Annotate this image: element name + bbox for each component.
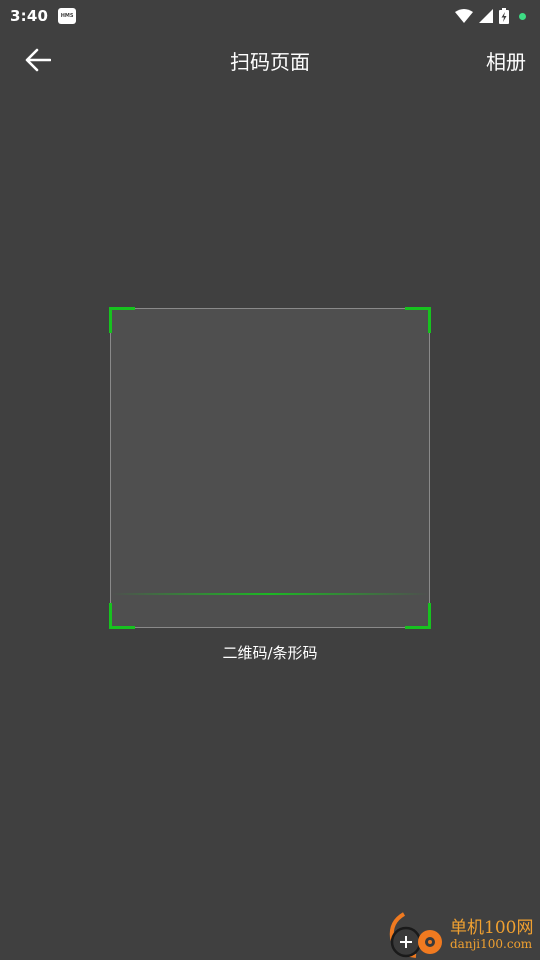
scan-corner-top-left [109, 307, 135, 333]
battery-charging-icon [499, 8, 509, 24]
page-title: 扫码页面 [230, 50, 310, 74]
hms-badge-icon: HMS [58, 8, 77, 24]
status-icons [455, 8, 526, 24]
wifi-icon [455, 9, 473, 23]
status-bar: 3:40 HMS [0, 0, 540, 32]
scan-line [111, 593, 429, 595]
watermark-logo-icon [389, 912, 442, 958]
status-left: 3:40 HMS [10, 7, 77, 25]
scan-frame [109, 307, 431, 629]
watermark: 单机100网 danji100.com [386, 912, 536, 958]
album-button[interactable]: 相册 [486, 46, 526, 75]
watermark-text: 单机100网 danji100.com [450, 919, 533, 951]
status-time: 3:40 [10, 7, 49, 25]
watermark-title: 单机100网 [450, 918, 534, 939]
scan-corner-bottom-right [405, 603, 431, 629]
watermark-url: danji100.com [450, 936, 533, 951]
scan-hint: 二维码/条形码 [222, 644, 318, 662]
toolbar: 扫码页面 相册 [0, 32, 540, 88]
scan-corner-top-right [405, 307, 431, 333]
cell-signal-icon [479, 9, 493, 23]
notification-dot-icon [519, 12, 526, 20]
scan-corner-bottom-left [109, 603, 135, 629]
